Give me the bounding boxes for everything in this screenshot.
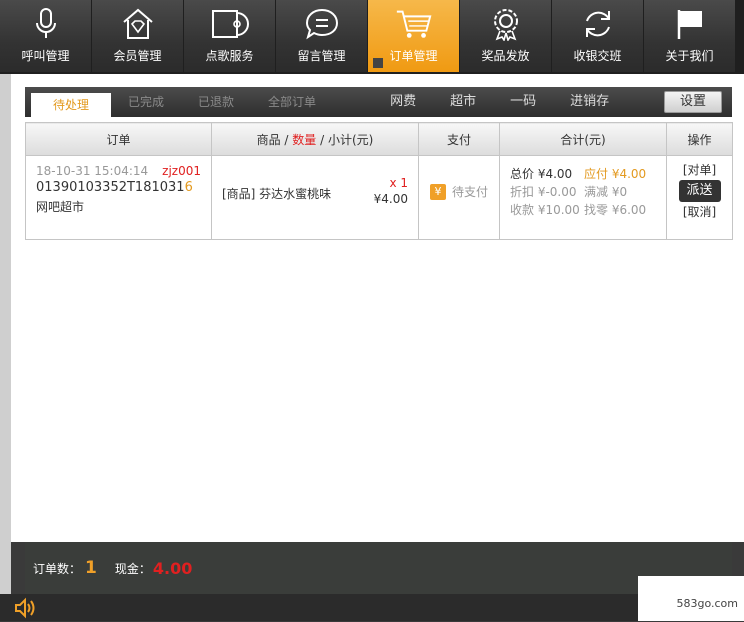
settings-button[interactable]: 设置 (664, 91, 722, 113)
top-navigation: 呼叫管理 会员管理 点歌服务 留言管理 订单管理 奖品发放 收银交班 关于我们 (0, 0, 744, 74)
order-cell: 18-10-31 15:04:14 zjz001 01390103352T1810… (25, 155, 212, 240)
total-price: 总价 ¥4.00 (510, 167, 573, 181)
nav-call-management[interactable]: 呼叫管理 (0, 0, 91, 72)
watermark: 583go.com (638, 576, 744, 621)
header-total: 合计(元) (499, 122, 667, 156)
speaker-icon[interactable] (13, 597, 37, 622)
refresh-icon (578, 4, 618, 44)
nav-cashier-shift[interactable]: 收银交班 (552, 0, 643, 72)
cash-amount: 4.00 (152, 558, 193, 578)
tab-refunded[interactable]: 已退款 (181, 87, 251, 117)
amount-due: 应付 ¥4.00 (584, 167, 647, 181)
diamond-house-icon (118, 4, 158, 44)
order-shop: 网吧超市 (36, 200, 85, 214)
pay-status: 待支付 (451, 185, 488, 199)
tab-completed[interactable]: 已完成 (111, 87, 181, 117)
active-marker (373, 58, 383, 68)
nav-label: 点歌服务 (205, 49, 254, 63)
bottom-status-bar (0, 594, 744, 621)
nav-about-us[interactable]: 关于我们 (644, 0, 735, 72)
main-panel: 待处理 已完成 已退款 全部订单 网费 超市 一码 进销存 设置 订单 商品 /… (11, 74, 744, 542)
discount: 折扣 ¥-0.00 (510, 185, 577, 199)
payment-cell: ¥ 待支付 (418, 155, 500, 240)
nav-song-service[interactable]: 点歌服务 (184, 0, 275, 72)
summary-footer: 订单数： 1 现金： 4.00 (25, 542, 732, 594)
nav-label: 留言管理 (297, 49, 346, 63)
nav-member-management[interactable]: 会员管理 (92, 0, 183, 72)
reconcile-link[interactable]: [对单] (668, 162, 731, 178)
tab-all-orders[interactable]: 全部订单 (251, 87, 333, 117)
dispatch-button[interactable]: 派送 (678, 180, 721, 202)
nav-label: 收银交班 (573, 49, 622, 63)
goods-name: [商品] 芬达水蜜桃味 (222, 187, 332, 201)
ops-cell: [对单] 派送 [取消] (666, 155, 733, 240)
order-number-tail: 6 (184, 180, 193, 195)
header-payment: 支付 (418, 122, 500, 156)
orders-table: 订单 商品 / 数量 / 小计(元) 支付 合计(元) 操作 18-10-31 … (25, 122, 733, 240)
amount-received: 收款 ¥10.00 (510, 203, 580, 217)
header-ops: 操作 (666, 122, 733, 156)
header-goods-qty: 数量 (292, 132, 317, 147)
nav-order-management[interactable]: 订单管理 (368, 0, 459, 72)
header-goods-prefix: 商品 / (256, 132, 289, 147)
filter-supermarket[interactable]: 超市 (433, 87, 493, 117)
goods-qty: x 1 (389, 176, 408, 190)
nav-prize-distribution[interactable]: 奖品发放 (460, 0, 551, 72)
nav-label: 订单管理 (389, 49, 438, 63)
filter-netfee[interactable]: 网费 (373, 87, 433, 117)
yen-icon: ¥ (429, 183, 446, 200)
order-number: 01390103352T181031 (36, 180, 185, 195)
flag-icon (670, 4, 710, 44)
total-cell: 总价 ¥4.00 应付 ¥4.00 折扣 ¥-0.00 满减 ¥0 收款 ¥10.0… (499, 155, 667, 240)
goods-subtotal: ¥4.00 (373, 192, 408, 206)
cd-case-icon (210, 4, 250, 44)
header-goods: 商品 / 数量 / 小计(元) (211, 122, 419, 156)
chat-bubble-icon (302, 4, 342, 44)
full-reduction: 满减 ¥0 (584, 185, 628, 199)
microphone-icon (26, 4, 66, 44)
nav-message-management[interactable]: 留言管理 (276, 0, 367, 72)
order-time: 18-10-31 15:04:14 (36, 164, 149, 178)
header-order: 订单 (25, 122, 212, 156)
header-goods-suffix: / 小计(元) (320, 132, 374, 147)
award-badge-icon (486, 4, 526, 44)
change-given: 找零 ¥6.00 (584, 203, 647, 217)
nav-label: 奖品发放 (481, 49, 530, 63)
table-header-row: 订单 商品 / 数量 / 小计(元) 支付 合计(元) 操作 (25, 122, 733, 156)
order-count: 1 (85, 558, 97, 578)
order-operator: zjz001 (162, 164, 201, 178)
cancel-link[interactable]: [取消] (668, 204, 731, 220)
shopping-cart-icon (394, 4, 434, 44)
nav-label: 关于我们 (665, 49, 714, 63)
goods-cell: [商品] 芬达水蜜桃味 x 1 ¥4.00 (211, 155, 419, 240)
nav-label: 会员管理 (113, 49, 162, 63)
tab-pending[interactable]: 待处理 (31, 93, 112, 117)
cash-label: 现金： (114, 561, 151, 576)
filter-qr-code[interactable]: 一码 (493, 87, 553, 117)
order-tab-bar: 待处理 已完成 已退款 全部订单 网费 超市 一码 进销存 设置 (25, 87, 732, 117)
table-row: 18-10-31 15:04:14 zjz001 01390103352T1810… (25, 155, 733, 240)
filter-inventory[interactable]: 进销存 (553, 87, 626, 117)
left-scroll-rail (0, 74, 11, 594)
order-count-label: 订单数： (33, 561, 82, 576)
nav-label: 呼叫管理 (21, 49, 70, 63)
